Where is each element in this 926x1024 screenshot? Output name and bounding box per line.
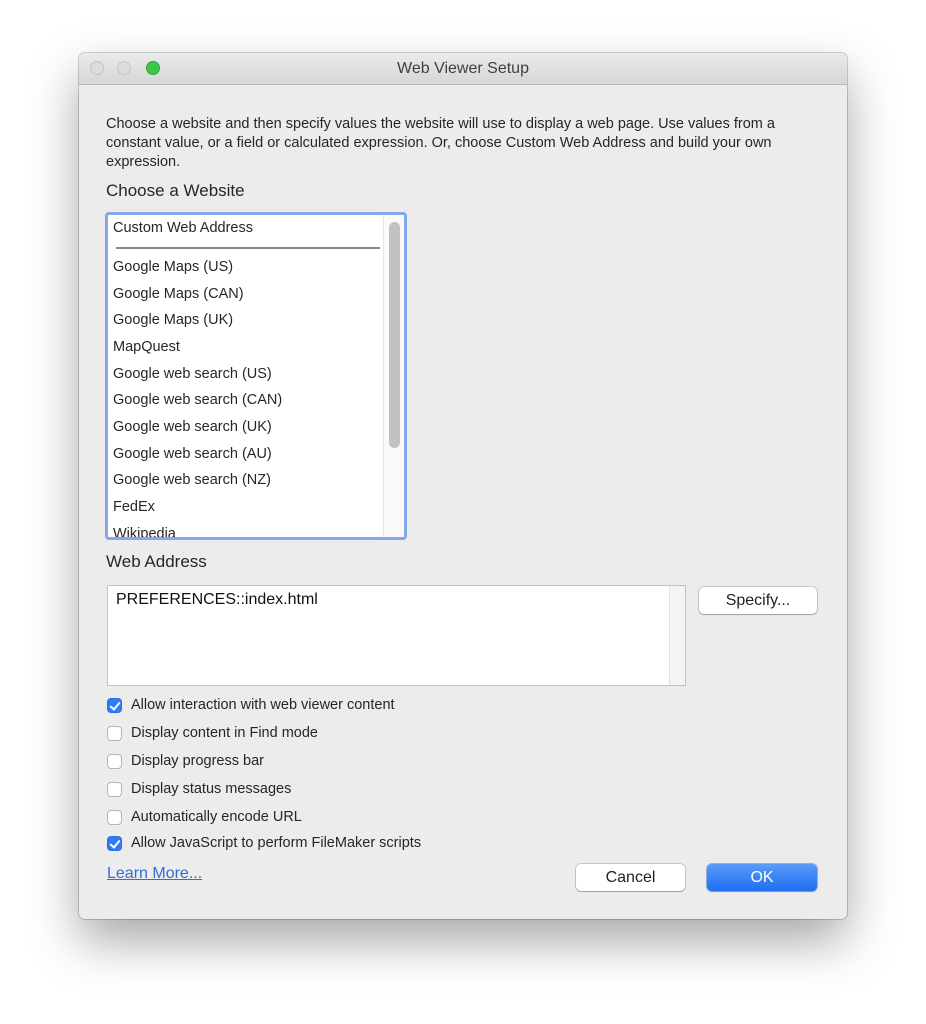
website-item[interactable]: Wikipedia: [113, 526, 176, 537]
website-item[interactable]: Google web search (UK): [113, 419, 272, 435]
option-label: Display progress bar: [131, 753, 264, 769]
web-viewer-setup-dialog: Web Viewer Setup Choose a website and th…: [79, 53, 847, 919]
window-title: Web Viewer Setup: [397, 60, 529, 77]
list-separator: [116, 247, 380, 249]
checkbox-unchecked[interactable]: [107, 782, 122, 797]
checkbox-checked[interactable]: [107, 836, 122, 851]
scrollbar-thumb[interactable]: [389, 222, 400, 448]
option-label: Allow JavaScript to perform FileMaker sc…: [131, 835, 422, 851]
option-label: Allow interaction with web viewer conten…: [131, 697, 395, 713]
specify-button[interactable]: Specify...: [699, 587, 817, 614]
website-item[interactable]: Google Maps (CAN): [113, 286, 244, 302]
web-address-label: Web Address: [106, 552, 207, 571]
website-item[interactable]: Google Maps (UK): [113, 312, 233, 328]
ok-button[interactable]: OK: [707, 864, 817, 891]
website-item[interactable]: Google web search (AU): [113, 446, 272, 462]
option-label: Automatically encode URL: [131, 809, 302, 825]
website-item[interactable]: Google web search (CAN): [113, 392, 282, 408]
checkbox-unchecked[interactable]: [107, 754, 122, 769]
title-bar[interactable]: Web Viewer Setup: [79, 53, 847, 85]
website-item[interactable]: MapQuest: [113, 339, 180, 355]
cancel-button[interactable]: Cancel: [576, 864, 685, 891]
website-item-custom-web-address[interactable]: Custom Web Address: [113, 220, 253, 236]
website-item[interactable]: FedEx: [113, 499, 155, 515]
option-label: Display content in Find mode: [131, 725, 318, 741]
web-address-value: PREFERENCES::index.html: [116, 591, 318, 608]
web-address-field[interactable]: PREFERENCES::index.html: [107, 585, 686, 686]
website-item[interactable]: Google Maps (US): [113, 259, 233, 275]
option-label: Display status messages: [131, 781, 292, 797]
checkbox-unchecked[interactable]: [107, 810, 122, 825]
website-item[interactable]: Google web search (US): [113, 366, 272, 382]
choose-website-label: Choose a Website: [106, 181, 245, 200]
learn-more-link[interactable]: Learn More...: [107, 865, 202, 883]
checkbox-unchecked[interactable]: [107, 726, 122, 741]
web-address-scrollbar[interactable]: [669, 586, 685, 685]
website-list-scrollbar[interactable]: [384, 215, 404, 537]
checkbox-checked[interactable]: [107, 698, 122, 713]
website-item[interactable]: Google web search (NZ): [113, 472, 271, 488]
dialog-description: Choose a website and then specify values…: [106, 116, 775, 170]
website-list[interactable]: Custom Web Address Google Maps (US) Goog…: [105, 212, 407, 540]
website-list-content: Custom Web Address Google Maps (US) Goog…: [108, 215, 384, 537]
